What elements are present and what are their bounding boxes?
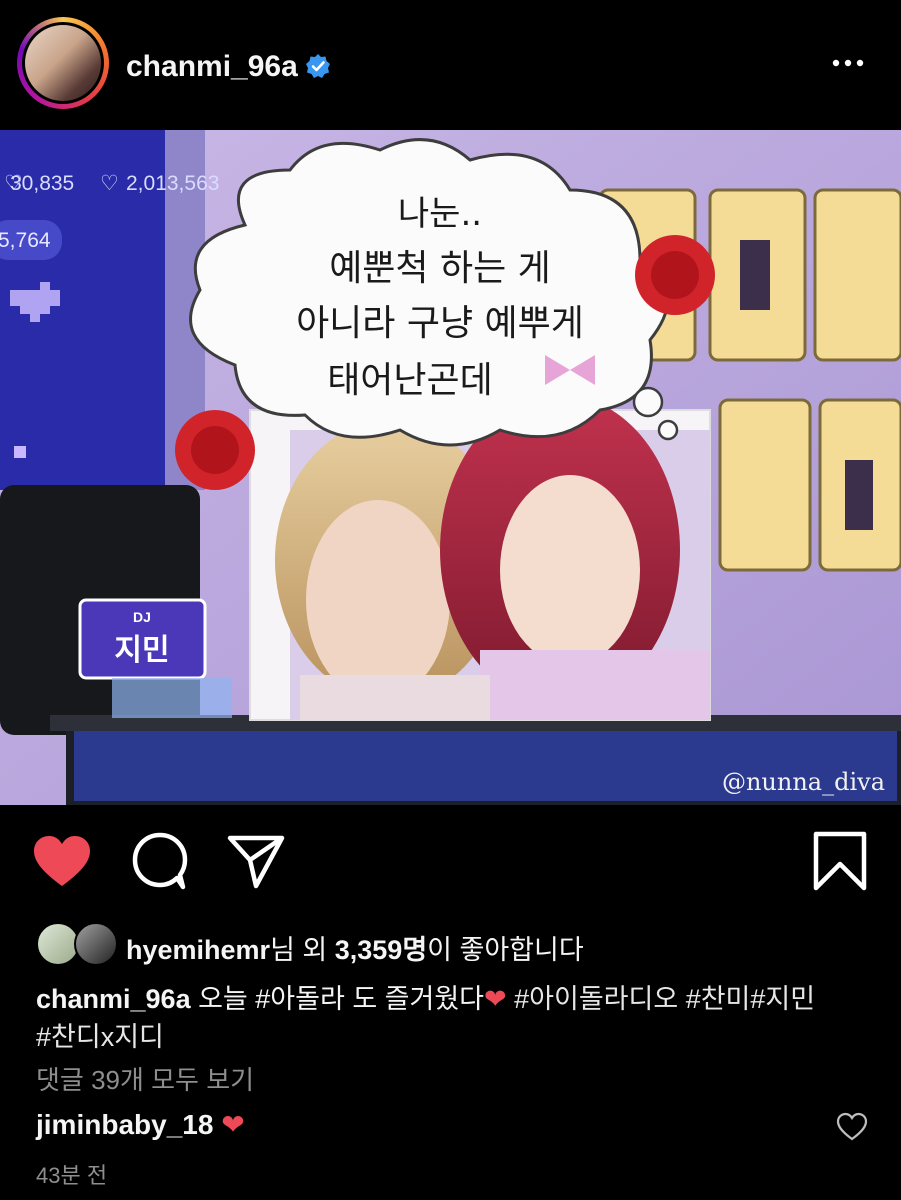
- sign-line-3: 아니라 구냥 예뿌게: [296, 303, 584, 344]
- image-watermark: @nunna_diva: [722, 768, 885, 796]
- liker-avatar: [74, 922, 118, 966]
- screen-viewer-count: 5,764: [0, 229, 51, 252]
- sign-line-2: 예뿐척 하는 게: [329, 248, 551, 289]
- likes-summary: hyemihemr님 외 3,359명이 좋아합니다: [126, 928, 584, 967]
- heart-emoji-icon: ❤: [484, 984, 507, 1014]
- more-options-icon[interactable]: [828, 48, 868, 78]
- paper-plane-icon[interactable]: [224, 830, 288, 894]
- likes-middle: 님 외: [270, 935, 335, 965]
- heart-filled-icon[interactable]: [30, 830, 94, 894]
- svg-text:♡: ♡: [100, 172, 119, 195]
- caption-text: 오늘 #아돌라 도 즐거웠다: [190, 984, 485, 1014]
- comment-like-icon[interactable]: [836, 1112, 868, 1142]
- post-header: chanmi_96a: [0, 0, 901, 130]
- likes-suffix: 이 좋아합니다: [427, 935, 584, 965]
- comment-item: jiminbaby_18 ❤: [36, 1108, 245, 1141]
- sign-line-1: 나눈..: [398, 194, 482, 234]
- screen-like-count: 2,013,563: [126, 172, 219, 195]
- post-image[interactable]: ♡ 30,835 ♡ 2,013,563 5,764 나눈.. 예뿐척 하는 게…: [0, 130, 901, 805]
- caption-username[interactable]: chanmi_96a: [36, 984, 191, 1014]
- comment-text: ❤: [221, 1109, 245, 1140]
- post-timestamp: 43분 전: [36, 1163, 108, 1188]
- likes-count[interactable]: 3,359명: [335, 935, 427, 965]
- caption-hashtags[interactable]: #아이돌라디오 #찬미#지민: [507, 984, 815, 1014]
- post-action-bar: [0, 830, 901, 900]
- sign-line-4: 태어난곤데: [327, 360, 493, 401]
- post-caption: chanmi_96a 오늘 #아돌라 도 즐거웠다❤ #아이돌라디오 #찬미#지…: [36, 980, 876, 1056]
- screen-comment-count: 30,835: [10, 172, 74, 195]
- comment-username[interactable]: jiminbaby_18: [36, 1109, 213, 1140]
- dj-sign-name: 지민: [114, 633, 169, 668]
- verified-badge-icon: [306, 54, 330, 78]
- dj-sign-label: DJ: [133, 609, 151, 625]
- comment-icon[interactable]: [128, 830, 192, 894]
- caption-hashtag-line2[interactable]: #찬디x지디: [36, 1022, 164, 1052]
- profile-avatar[interactable]: [17, 17, 109, 109]
- view-all-comments-link[interactable]: 댓글 39개 모두 보기: [36, 1060, 254, 1097]
- bookmark-icon[interactable]: [808, 830, 872, 894]
- post-username[interactable]: chanmi_96a: [126, 50, 298, 84]
- liker-username[interactable]: hyemihemr: [126, 935, 270, 965]
